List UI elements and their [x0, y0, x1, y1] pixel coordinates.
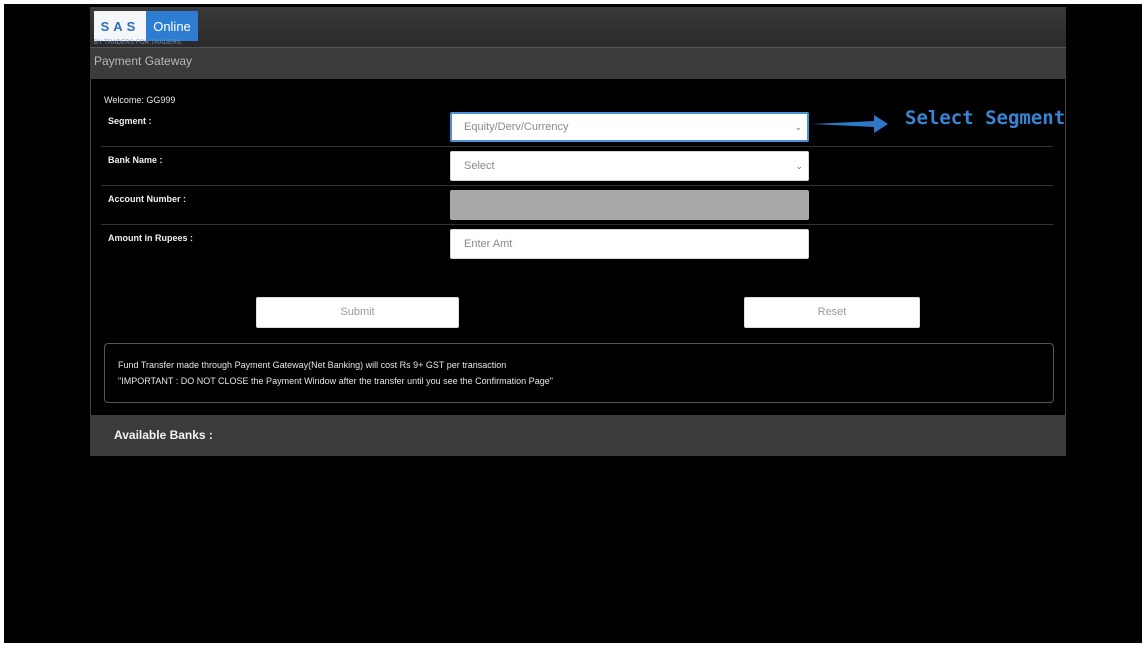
logo-sas: SAS	[94, 11, 146, 41]
amount-input[interactable]: Enter Amt	[450, 229, 809, 259]
bank-name-select[interactable]: Select ⌄	[450, 151, 809, 181]
arrow-right-icon	[812, 115, 888, 133]
page-title: Payment Gateway	[94, 54, 193, 68]
logo-tagline: BY TRADERS FOR TRADERS	[94, 40, 182, 46]
sas-online-logo[interactable]: SAS Online	[94, 11, 198, 41]
segment-select-value: Equity/Derv/Currency	[464, 121, 569, 133]
top-bar: SAS Online BY TRADERS FOR TRADERS	[90, 7, 1066, 47]
available-banks-bar: Available Banks :	[90, 415, 1066, 456]
submit-button[interactable]: Submit	[256, 297, 459, 328]
chevron-down-icon: ⌄	[795, 161, 803, 171]
amount-label: Amount in Rupees :	[108, 233, 193, 243]
form-panel: Welcome: GG999 Segment : Equity/Derv/Cur…	[90, 79, 1066, 415]
reset-button[interactable]: Reset	[744, 297, 920, 328]
account-number-row: Account Number :	[101, 186, 1053, 225]
account-number-label: Account Number :	[108, 194, 187, 204]
segment-label: Segment :	[108, 116, 152, 126]
bank-name-select-value: Select	[464, 160, 495, 172]
welcome-text: Welcome: GG999	[104, 95, 176, 105]
chevron-down-icon: ⌄	[794, 122, 802, 132]
notice-box: Fund Transfer made through Payment Gatew…	[104, 343, 1054, 403]
notice-fee-text: Fund Transfer made through Payment Gatew…	[118, 360, 507, 370]
amount-row: Amount in Rupees : Enter Amt	[101, 225, 1053, 264]
annotation-label: Select Segment	[905, 107, 1066, 129]
notice-important-text: "IMPORTANT : DO NOT CLOSE the Payment Wi…	[118, 376, 553, 386]
screenshot-frame: SAS Online BY TRADERS FOR TRADERS Paymen…	[4, 4, 1142, 643]
logo-online: Online	[146, 11, 198, 41]
title-bar: Payment Gateway	[90, 47, 1066, 79]
segment-select[interactable]: Equity/Derv/Currency ⌄	[450, 112, 809, 142]
payment-gateway-app: SAS Online BY TRADERS FOR TRADERS Paymen…	[90, 7, 1066, 456]
account-number-field	[450, 190, 809, 220]
bank-name-row: Bank Name : Select ⌄	[101, 147, 1053, 186]
available-banks-title: Available Banks :	[114, 428, 213, 442]
bank-name-label: Bank Name :	[108, 155, 163, 165]
